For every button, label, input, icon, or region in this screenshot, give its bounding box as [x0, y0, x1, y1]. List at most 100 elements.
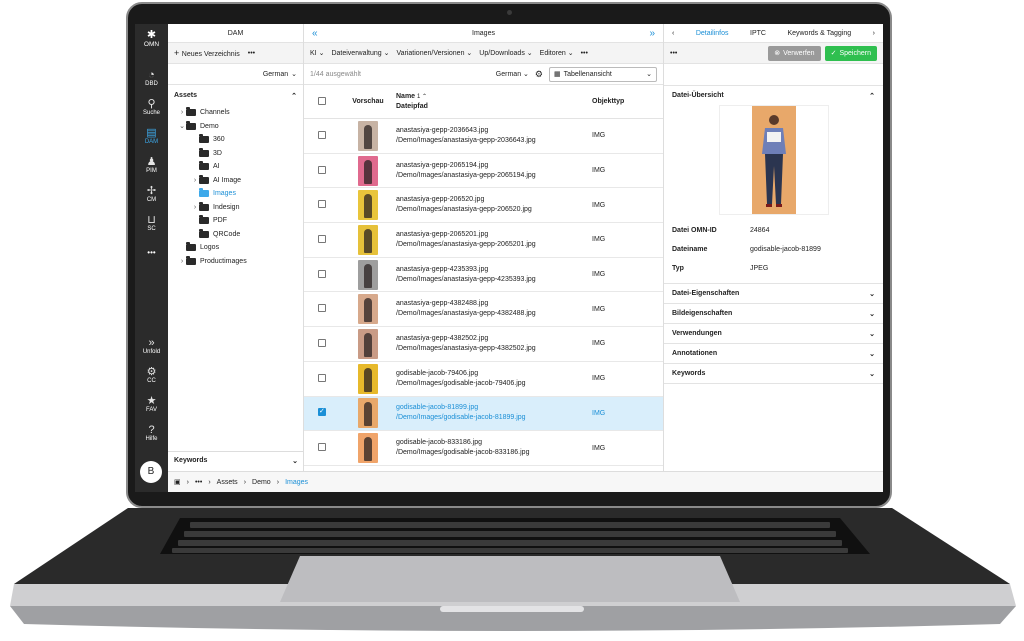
rail-dam[interactable]: ▤ DAM [135, 127, 168, 145]
rail-pim[interactable]: ♟ PIM [135, 156, 168, 174]
col-name-path[interactable]: Name 1 ⌃ Dateipfad [396, 92, 592, 112]
col-preview[interactable]: Vorschau [340, 98, 396, 105]
expand-right-icon[interactable]: » [649, 24, 655, 43]
breadcrumb-demo[interactable]: Demo [252, 479, 271, 486]
section-bildeigenschaften[interactable]: Bildeigenschaften ⌄ [664, 304, 883, 324]
table-row[interactable]: anastasiya-gepp-2065194.jpg/Demo/Images/… [304, 154, 663, 189]
table-row[interactable]: godisable-jacob-81899.jpg/Demo/Images/go… [304, 396, 663, 432]
section-annotationen[interactable]: Annotationen ⌄ [664, 344, 883, 364]
tree-item-qrcode[interactable]: QRCode [168, 228, 303, 242]
images-more-button[interactable]: ••• [581, 50, 588, 57]
rail-unfold[interactable]: » Unfold [135, 337, 168, 355]
table-row[interactable]: anastasiya-gepp-4235393.jpg/Demo/Images/… [304, 258, 663, 293]
dam-language-select[interactable]: German ⌄ [168, 64, 303, 85]
chevron-left-icon[interactable]: ‹ [672, 24, 674, 43]
table-row[interactable]: anastasiya-gepp-2065201.jpg/Demo/Images/… [304, 223, 663, 258]
rail-fav[interactable]: ★ FAV [135, 395, 168, 413]
tree-item-channels[interactable]: › Channels [168, 106, 303, 120]
rail-dbd[interactable]: ◔ DBD [135, 69, 168, 87]
view-select[interactable]: ▦ Tabellenansicht ⌄ [549, 66, 657, 82]
dam-more-button[interactable]: ••• [248, 50, 255, 57]
row-thumbnail[interactable] [358, 155, 378, 186]
table-row[interactable]: anastasiya-gepp-4382488.jpg/Demo/Images/… [304, 292, 663, 328]
row-thumbnail[interactable] [358, 328, 378, 359]
row-checkbox[interactable] [318, 338, 326, 347]
col-name: Name [396, 92, 416, 100]
table-row[interactable]: godisable-jacob-833186.jpg/Demo/Images/g… [304, 431, 663, 466]
detail-more-button[interactable]: ••• [670, 50, 677, 57]
breadcrumb-images[interactable]: Images [285, 479, 308, 486]
table-row[interactable]: anastasiya-gepp-4382502.jpg/Demo/Images/… [304, 327, 663, 362]
rail-suche[interactable]: ⚲ Suche [135, 98, 168, 116]
row-checkbox[interactable] [318, 165, 326, 174]
row-thumbnail[interactable] [358, 398, 378, 429]
tree-item-demo[interactable]: ⌄ Demo [168, 120, 303, 134]
rail-sc[interactable]: ⊔ SC [135, 214, 168, 232]
row-type: IMG [592, 271, 606, 279]
section-keywords[interactable]: Keywords ⌄ [664, 364, 883, 384]
discard-button[interactable]: ⊗ Verwerfen [768, 45, 821, 61]
folder-icon [199, 134, 209, 144]
breadcrumb-assets[interactable]: Assets [217, 479, 238, 486]
keywords-section[interactable]: Keywords ⌄ [168, 451, 304, 469]
preview-image[interactable] [751, 106, 796, 214]
tree-item-ai-image[interactable]: › AI Image [168, 174, 303, 188]
rail-hilfe[interactable]: ? Hilfe [135, 424, 168, 442]
folder-nav-icon[interactable]: ▣ [174, 478, 181, 486]
menu-updownloads[interactable]: Up/Downloads ⌄ [479, 49, 532, 57]
section-overview[interactable]: Datei-Übersicht ⌃ [664, 85, 883, 105]
row-thumbnail[interactable] [358, 224, 378, 255]
row-checkbox[interactable] [318, 269, 326, 278]
tree-item-indesign[interactable]: › Indesign [168, 201, 303, 215]
collapse-left-icon[interactable]: « [312, 24, 318, 43]
rail-cm[interactable]: ✢ CM [135, 185, 168, 203]
col-type[interactable]: Objekttyp [592, 98, 652, 105]
tree-item-360[interactable]: 360 [168, 133, 303, 147]
chevron-right-icon[interactable]: › [873, 24, 875, 43]
settings-gear-icon[interactable]: ⚙ [535, 69, 543, 80]
rail-more-button[interactable]: ••• [135, 248, 168, 257]
menu-ki[interactable]: KI ⌄ [310, 49, 324, 57]
row-checkbox[interactable] [318, 373, 326, 382]
assets-header[interactable]: Assets ⌃ [168, 85, 303, 106]
select-all-checkbox[interactable] [318, 96, 326, 105]
tree-item-ai[interactable]: AI [168, 160, 303, 174]
menu-dateiverwaltung[interactable]: Dateiverwaltung ⌄ [331, 49, 389, 57]
tree-item-pdf[interactable]: PDF [168, 214, 303, 228]
tree-item-logos[interactable]: Logos [168, 241, 303, 255]
tab-iptc[interactable]: IPTC [750, 24, 766, 43]
table-row[interactable]: godisable-jacob-79406.jpg/Demo/Images/go… [304, 362, 663, 397]
row-checkbox[interactable] [318, 200, 326, 209]
row-checkbox[interactable] [318, 234, 326, 243]
menu-editoren[interactable]: Editoren ⌄ [540, 49, 574, 57]
row-thumbnail[interactable] [358, 259, 378, 290]
save-button[interactable]: ✓ Speichern [824, 45, 877, 61]
row-checkbox[interactable] [318, 407, 326, 417]
tab-detailinfos[interactable]: Detailinfos [696, 24, 729, 43]
section-verwendungen[interactable]: Verwendungen ⌄ [664, 324, 883, 344]
omn-logo[interactable]: ✱ OMN [135, 30, 168, 49]
row-thumbnail[interactable] [358, 294, 378, 325]
row-thumbnail[interactable] [358, 120, 378, 151]
tree-item-3d[interactable]: 3D [168, 147, 303, 161]
row-thumbnail[interactable] [358, 433, 378, 464]
table-row[interactable]: anastasiya-gepp-206520.jpg/Demo/Images/a… [304, 188, 663, 224]
tree-item-productimages[interactable]: › Productimages [168, 255, 303, 269]
menu-variationen[interactable]: Variationen/Versionen ⌄ [396, 49, 472, 57]
row-checkbox[interactable] [318, 130, 326, 139]
rail-cc[interactable]: ⚙ CC [135, 366, 168, 384]
row-thumbnail[interactable] [358, 363, 378, 394]
images-language-select[interactable]: German ⌄ [496, 70, 529, 78]
row-checkbox[interactable] [318, 304, 326, 313]
rail-dam-label: DAM [144, 139, 159, 145]
breadcrumb-more[interactable]: ••• [195, 479, 202, 486]
new-directory-button[interactable]: + Neues Verzeichnis [174, 48, 240, 58]
row-checkbox[interactable] [318, 443, 326, 452]
tab-keywords-tagging[interactable]: Keywords & Tagging [787, 24, 851, 43]
section-datei-eigenschaften[interactable]: Datei-Eigenschaften ⌄ [664, 284, 883, 304]
row-thumbnail[interactable] [358, 190, 378, 221]
folder-icon [199, 228, 209, 238]
tree-item-images[interactable]: Images [168, 187, 303, 201]
avatar[interactable]: B [140, 461, 162, 483]
table-row[interactable]: anastasiya-gepp-2036643.jpg/Demo/Images/… [304, 119, 663, 154]
